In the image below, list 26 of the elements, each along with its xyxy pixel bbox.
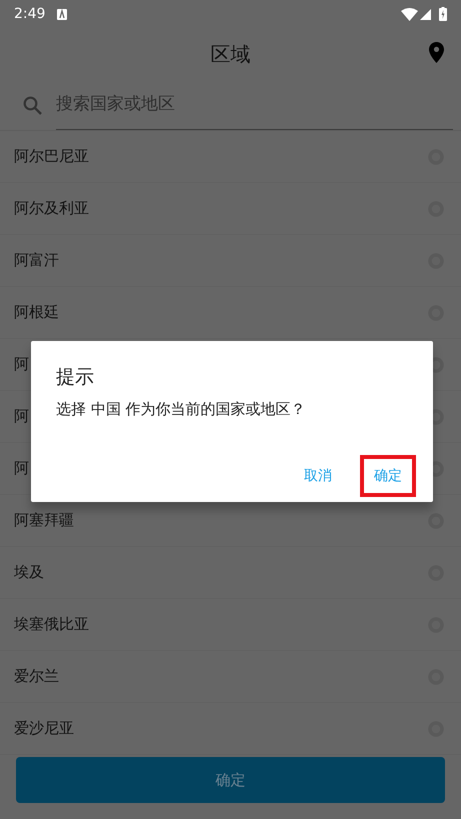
status-time: 2:49 bbox=[14, 4, 46, 24]
search-field[interactable]: 搜索国家或地区 bbox=[56, 92, 453, 118]
dialog-button[interactable]: 确定 bbox=[360, 455, 416, 497]
signal-icon bbox=[420, 8, 431, 20]
country-name: 阿 bbox=[14, 458, 29, 480]
location-pin-icon[interactable] bbox=[429, 42, 444, 63]
country-name: 阿尔巴尼亚 bbox=[14, 146, 89, 168]
country-name: 阿根廷 bbox=[14, 302, 59, 324]
dialog-title: 提示 bbox=[56, 365, 95, 390]
country-name: 阿 bbox=[14, 406, 29, 428]
country-name: 阿 bbox=[14, 354, 29, 376]
country-name: 埃塞俄比亚 bbox=[14, 614, 89, 636]
country-name: 阿尔及利亚 bbox=[14, 198, 89, 220]
dialog-message: 选择 中国 作为你当前的国家或地区？ bbox=[56, 398, 307, 420]
battery-icon bbox=[439, 7, 447, 21]
page-title: 区域 bbox=[210, 41, 250, 68]
country-name: 阿富汗 bbox=[14, 250, 59, 272]
wifi-icon bbox=[401, 8, 418, 20]
dialog-button[interactable]: 取消 bbox=[290, 455, 346, 497]
country-name: 埃及 bbox=[14, 562, 44, 584]
confirm-button[interactable]: 确定 bbox=[16, 757, 445, 803]
search-icon bbox=[23, 96, 42, 114]
notification-icon bbox=[57, 8, 68, 20]
country-name: 爱尔兰 bbox=[14, 666, 59, 688]
country-name: 爱沙尼亚 bbox=[14, 718, 74, 740]
country-name: 阿塞拜疆 bbox=[14, 510, 74, 532]
